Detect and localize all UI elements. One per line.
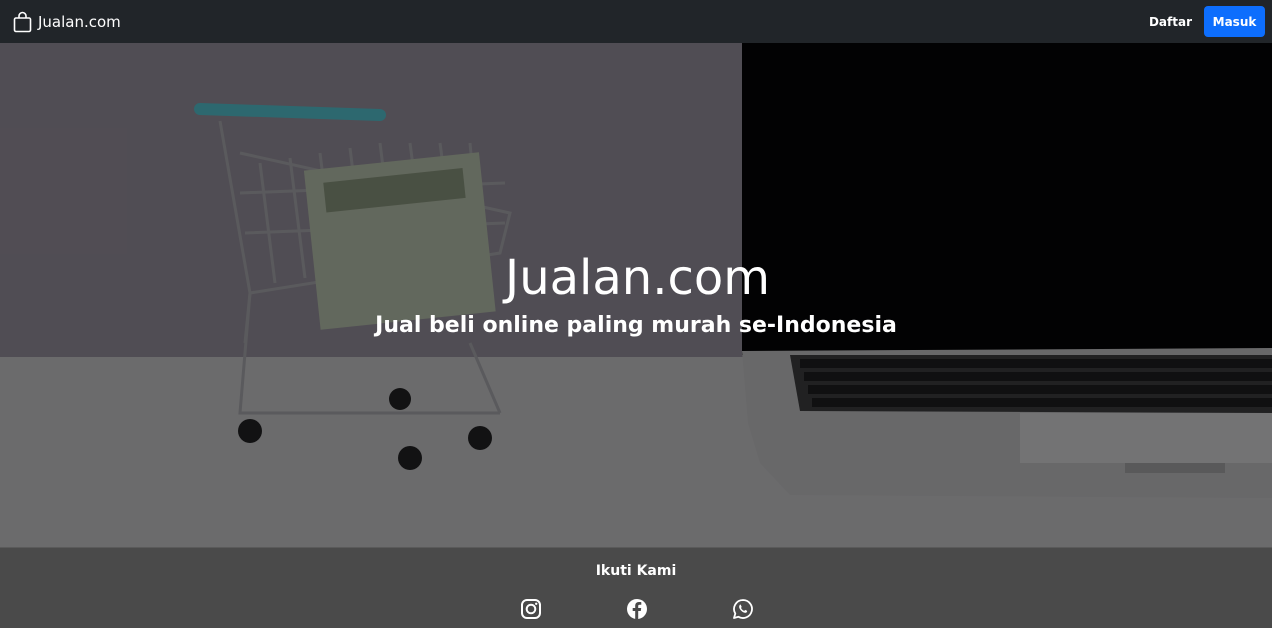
navbar: Jualan.com Daftar Masuk [0, 0, 1272, 43]
brand-label: Jualan.com [38, 12, 121, 31]
footer-title: Ikuti Kami [595, 563, 677, 579]
whatsapp-link[interactable] [732, 598, 754, 620]
instagram-icon [521, 599, 541, 619]
instagram-link[interactable] [520, 598, 542, 620]
footer: Ikuti Kami [0, 547, 1272, 628]
hero-title: Jualan.com [505, 250, 770, 306]
social-links [0, 598, 1272, 620]
daftar-button[interactable]: Daftar [1149, 11, 1192, 33]
facebook-link[interactable] [626, 598, 648, 620]
whatsapp-icon [733, 599, 753, 619]
brand-link[interactable]: Jualan.com [13, 11, 121, 33]
facebook-icon [627, 599, 647, 619]
hero-text: Jualan.com Jual beli online paling murah… [0, 243, 1272, 343]
hero-subtitle: Jual beli online paling murah se-Indones… [375, 313, 897, 338]
masuk-button[interactable]: Masuk [1204, 6, 1265, 37]
hero-banner: Jualan.com Jual beli online paling murah… [0, 43, 1272, 547]
shopping-bag-icon [13, 11, 32, 32]
nav-actions: Daftar Masuk [1149, 6, 1265, 37]
